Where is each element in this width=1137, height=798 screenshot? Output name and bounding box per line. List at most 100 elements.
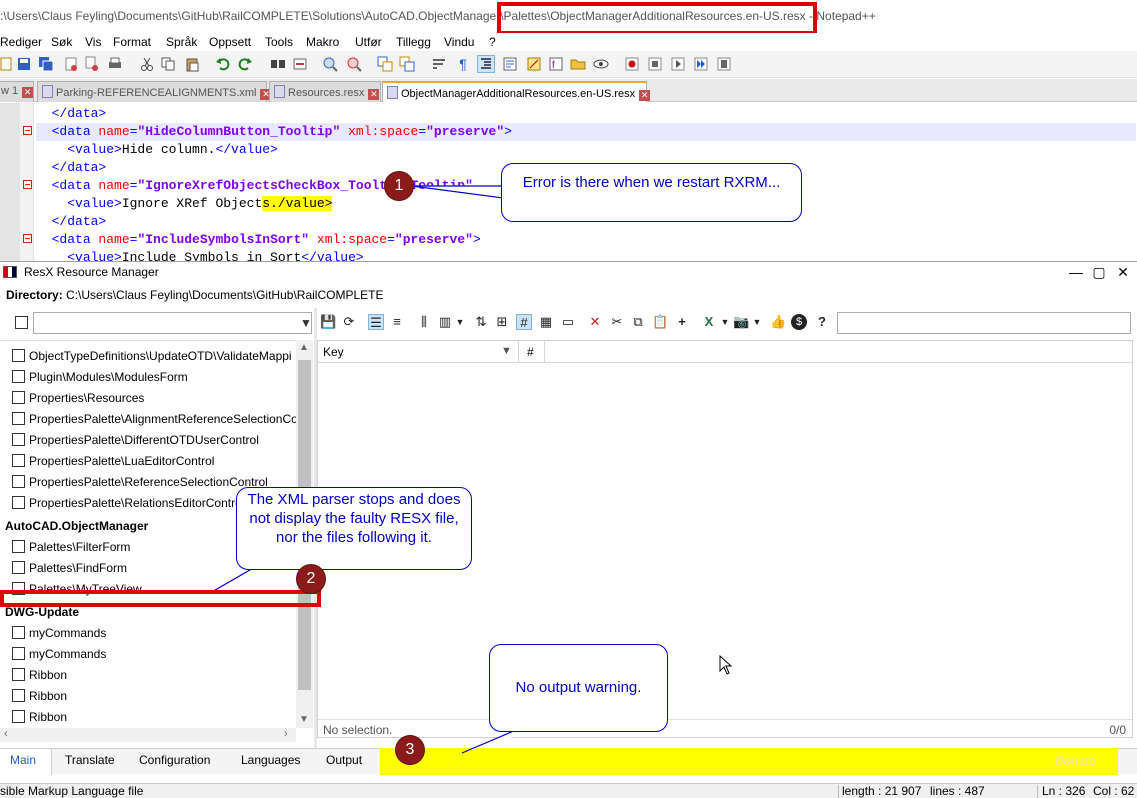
file-checkbox[interactable] <box>12 668 25 681</box>
chevron-down-icon[interactable]: ▼ <box>717 314 733 330</box>
align-center-icon[interactable]: ≡ <box>389 314 405 330</box>
file-checkbox[interactable] <box>12 626 25 639</box>
list-item[interactable]: Ribbon <box>0 707 296 728</box>
replace-icon[interactable] <box>292 56 308 72</box>
tab-objectmanager-additional-resources[interactable]: ObjectManagerAdditionalResources.en-US.r… <box>382 81 651 102</box>
list-item[interactable]: ObjectTypeDefinitions\UpdateOTD\Validate… <box>0 346 296 367</box>
list-item[interactable]: myCommands <box>0 644 296 665</box>
paste-icon[interactable]: 📋 <box>652 314 668 330</box>
align-left-icon[interactable]: ☰ <box>368 314 384 330</box>
close-file-icon[interactable] <box>63 56 79 72</box>
columns-icon[interactable]: ⫼ <box>416 314 432 330</box>
save-all-icon[interactable] <box>38 56 54 72</box>
grid-icon[interactable]: ▦ <box>538 314 554 330</box>
print-icon[interactable] <box>107 56 123 72</box>
macro-stop-icon[interactable] <box>647 56 663 72</box>
word-wrap-icon[interactable] <box>431 56 447 72</box>
donate-button[interactable]: Donate <box>1055 754 1096 768</box>
folder-workspace-icon[interactable] <box>570 56 586 72</box>
resource-search-input[interactable] <box>837 312 1131 334</box>
file-checkbox[interactable] <box>12 647 25 660</box>
user-lang-icon[interactable] <box>502 56 518 72</box>
tab-resources-resx[interactable]: Resources.resx ✕ <box>269 81 381 102</box>
file-checkbox[interactable] <box>12 454 25 467</box>
column-divider[interactable] <box>544 341 545 363</box>
macro-run-multiple-icon[interactable] <box>693 56 709 72</box>
scroll-right-icon[interactable]: › <box>284 728 288 740</box>
chevron-down-icon[interactable]: ▼ <box>749 314 765 330</box>
tab-languages[interactable]: Languages <box>241 753 300 767</box>
menu-oppsett[interactable]: Oppsett <box>209 35 251 49</box>
function-list-icon[interactable]: f <box>548 56 564 72</box>
menu-tools[interactable]: Tools <box>265 35 293 49</box>
minimize-icon[interactable]: — <box>1066 263 1086 281</box>
menu-rediger[interactable]: Rediger <box>0 35 42 49</box>
tab-output[interactable]: Output <box>326 753 362 767</box>
file-checkbox[interactable] <box>12 710 25 723</box>
macro-play-icon[interactable] <box>670 56 686 72</box>
menu-makro[interactable]: Makro <box>306 35 339 49</box>
column-header-hash[interactable]: # <box>527 345 534 359</box>
tab-main[interactable]: Main <box>10 753 36 767</box>
project-filter-input[interactable] <box>33 312 312 334</box>
sync-vertical-icon[interactable] <box>377 56 393 72</box>
list-horizontal-scrollbar[interactable]: ‹ › <box>0 728 296 742</box>
copy-icon[interactable]: ⧉ <box>630 314 646 330</box>
file-checkbox[interactable] <box>12 540 25 553</box>
sync-horizontal-icon[interactable] <box>399 56 415 72</box>
scroll-left-icon[interactable]: ‹ <box>4 728 8 740</box>
help-icon[interactable]: ? <box>814 314 830 330</box>
like-icon[interactable]: 👍 <box>770 314 786 330</box>
delete-icon[interactable]: ✕ <box>587 314 603 330</box>
chevron-down-icon[interactable]: ▼ <box>452 314 468 330</box>
cut-icon[interactable]: ✂ <box>609 314 625 330</box>
close-window-icon[interactable]: ✕ <box>1113 263 1133 281</box>
file-checkbox[interactable] <box>12 391 25 404</box>
column-filter-icon[interactable]: ▼ <box>501 345 512 357</box>
zoom-in-icon[interactable] <box>322 56 338 72</box>
zoom-out-icon[interactable] <box>346 56 362 72</box>
menu-vis[interactable]: Vis <box>85 35 101 49</box>
list-item[interactable]: Ribbon <box>0 665 296 686</box>
file-checkbox[interactable] <box>12 561 25 574</box>
cut-icon[interactable] <box>139 56 155 72</box>
menu-vindu[interactable]: Vindu <box>444 35 474 49</box>
menu-tillegg[interactable]: Tillegg <box>396 35 431 49</box>
add-icon[interactable]: + <box>674 314 690 330</box>
file-checkbox[interactable] <box>12 349 25 362</box>
find-icon[interactable] <box>270 56 286 72</box>
indent-guide-icon[interactable] <box>477 55 495 73</box>
file-checkbox[interactable] <box>12 689 25 702</box>
close-icon[interactable]: ✕ <box>22 87 34 98</box>
macro-save-icon[interactable] <box>716 56 732 72</box>
save-icon[interactable] <box>16 56 32 72</box>
fold-toggle-icon[interactable] <box>23 126 32 135</box>
tab-translate[interactable]: Translate <box>65 753 115 767</box>
menu-format[interactable]: Format <box>113 35 151 49</box>
close-icon[interactable]: ✕ <box>639 90 651 101</box>
donate-dollar-icon[interactable]: $ <box>791 314 807 330</box>
monitor-icon[interactable] <box>593 56 609 72</box>
tree-view-icon[interactable]: ⊞ <box>494 314 510 330</box>
tab-parking-referencealignments[interactable]: Parking-REFERENCEALIGNMENTS.xml ✕ <box>37 81 272 102</box>
redo-icon[interactable] <box>237 56 253 72</box>
maximize-icon[interactable]: ▢ <box>1089 263 1109 281</box>
list-item[interactable]: Properties\Resources <box>0 388 296 409</box>
menu-help[interactable]: ? <box>489 35 496 49</box>
scroll-down-icon[interactable]: ▼ <box>299 714 309 725</box>
list-item[interactable]: PropertiesPalette\AlignmentReferenceSele… <box>0 409 296 430</box>
list-item[interactable]: myCommands <box>0 623 296 644</box>
show-comments-icon[interactable]: # <box>516 314 532 330</box>
sort-icon[interactable]: ⇅ <box>473 314 489 330</box>
menu-sok[interactable]: Søk <box>51 35 72 49</box>
menu-utfor[interactable]: Utfør <box>355 35 382 49</box>
list-item[interactable]: Ribbon <box>0 686 296 707</box>
fold-toggle-icon[interactable] <box>23 234 32 243</box>
menu-sprak[interactable]: Språk <box>166 35 197 49</box>
file-checkbox[interactable] <box>12 496 25 509</box>
scroll-up-icon[interactable]: ▲ <box>299 342 309 353</box>
filter-icon[interactable]: ▼ <box>300 316 312 330</box>
save-icon[interactable]: 💾 <box>320 314 336 330</box>
paste-icon[interactable] <box>184 56 200 72</box>
text-box-icon[interactable]: ▭ <box>560 314 576 330</box>
